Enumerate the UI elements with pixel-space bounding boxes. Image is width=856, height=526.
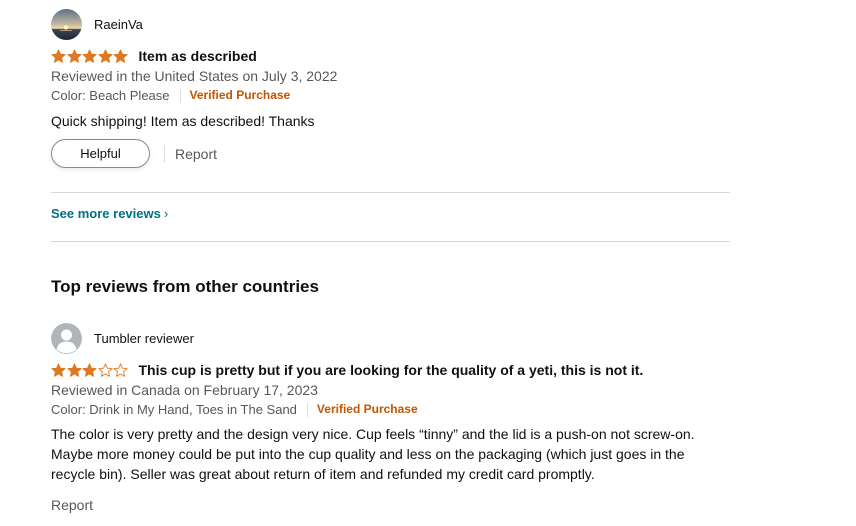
review-actions: Report xyxy=(51,497,731,513)
review-card-2: Tumbler reviewer This cup is pretty but … xyxy=(51,322,731,513)
review-title-row: This cup is pretty but if you are lookin… xyxy=(51,360,731,380)
star-filled-icon xyxy=(113,48,128,63)
section-title: Top reviews from other countries xyxy=(51,277,319,296)
divider xyxy=(51,241,730,242)
report-link[interactable]: Report xyxy=(175,146,217,162)
review-body: The color is very pretty and the design … xyxy=(51,426,695,482)
separator xyxy=(164,144,165,163)
review-body: Quick shipping! Item as described! Thank… xyxy=(51,113,315,129)
separator xyxy=(306,402,308,417)
verified-purchase-badge[interactable]: Verified Purchase xyxy=(190,86,291,105)
review-date: Reviewed in Canada on February 17, 2023 xyxy=(51,382,318,398)
separator xyxy=(179,88,181,103)
reviewer-name[interactable]: RaeinVa xyxy=(94,17,143,32)
star-rating[interactable] xyxy=(51,48,129,64)
reviewer-profile[interactable]: Tumbler reviewer xyxy=(51,322,731,354)
star-filled-icon xyxy=(97,48,113,63)
star-filled-icon xyxy=(51,362,66,377)
see-more-label[interactable]: See more reviews xyxy=(51,206,161,221)
variant-info: Color: Drink in My Hand, Toes in The San… xyxy=(51,400,731,419)
sunset-photo-avatar[interactable] xyxy=(51,8,82,40)
color-variant[interactable]: Color: Beach Please xyxy=(51,86,170,105)
verified-purchase-badge[interactable]: Verified Purchase xyxy=(317,400,418,419)
star-filled-icon xyxy=(82,48,97,63)
star-rating[interactable] xyxy=(51,362,129,378)
reviewer-profile[interactable]: RaeinVa xyxy=(51,8,731,40)
review-title[interactable]: Item as described xyxy=(139,48,257,64)
star-filled-icon xyxy=(66,362,82,377)
helpful-button[interactable]: Helpful xyxy=(51,139,150,168)
divider xyxy=(51,192,730,193)
chevron-right-icon[interactable]: › xyxy=(164,206,168,221)
star-filled-icon xyxy=(82,362,97,377)
star-empty-icon xyxy=(97,362,113,377)
star-filled-icon xyxy=(66,48,82,63)
review-date: Reviewed in the United States on July 3,… xyxy=(51,68,338,84)
star-filled-icon xyxy=(51,48,66,63)
review-title: This cup is pretty but if you are lookin… xyxy=(138,362,644,378)
review-card-1: RaeinVa Item as described Reviewed in th… xyxy=(51,8,731,168)
star-empty-icon xyxy=(113,362,128,377)
see-more-reviews-link[interactable]: See more reviews › xyxy=(51,206,168,221)
default-user-avatar[interactable] xyxy=(51,322,82,354)
reviewer-name[interactable]: Tumbler reviewer xyxy=(94,331,194,346)
report-link[interactable]: Report xyxy=(51,497,93,513)
variant-info: Color: Beach Please Verified Purchase xyxy=(51,86,731,105)
color-variant[interactable]: Color: Drink in My Hand, Toes in The San… xyxy=(51,400,297,419)
review-title-row: Item as described xyxy=(51,46,731,66)
review-actions: Helpful Report xyxy=(51,139,731,168)
